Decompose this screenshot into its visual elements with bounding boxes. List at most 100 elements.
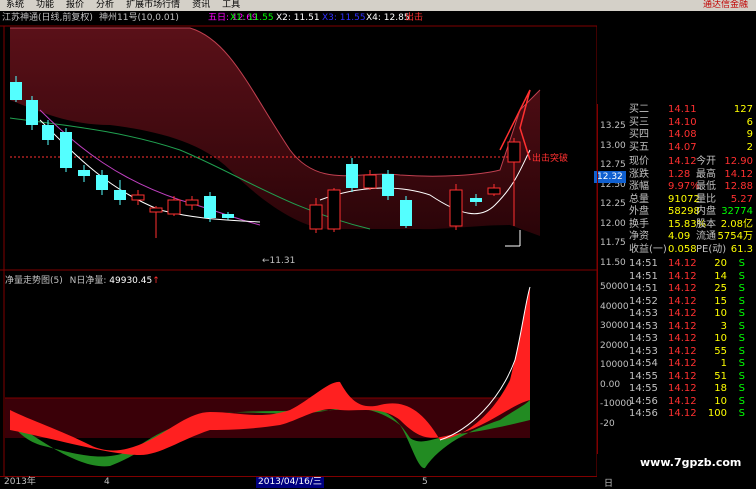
time-axis: 2013年 4 2013/04/16/三 5 bbox=[0, 476, 597, 488]
trade-time: 14:54 bbox=[629, 358, 658, 369]
brand-label: 通达信金融 bbox=[702, 0, 748, 10]
bid-row: 买五 14.07 2 bbox=[598, 142, 756, 154]
bid-volume: 2 bbox=[746, 141, 753, 153]
trade-side: S bbox=[738, 333, 745, 344]
candle-body bbox=[382, 174, 394, 196]
trade-price: 14.12 bbox=[668, 283, 697, 294]
candle-body bbox=[400, 200, 412, 226]
stat-label: 内盘 bbox=[696, 206, 716, 217]
trade-volume: 100 bbox=[707, 408, 727, 419]
trade-price: 14.12 bbox=[668, 345, 697, 357]
trade-time: 14:53 bbox=[629, 308, 658, 319]
bid-price: 14.07 bbox=[668, 141, 697, 153]
candle-body bbox=[507, 141, 521, 163]
stat-label: 股本 bbox=[696, 218, 716, 230]
trade-price: 14.12 bbox=[668, 383, 697, 394]
bid-label: 买五 bbox=[629, 141, 649, 153]
trade-price: 14.12 bbox=[668, 395, 697, 407]
candle-body bbox=[309, 204, 323, 230]
trade-row: 14:51 14.12 20 S bbox=[598, 258, 756, 270]
trade-price: 14.12 bbox=[668, 308, 697, 319]
trade-row: 14:55 14.12 18 S bbox=[598, 383, 756, 395]
trade-volume: 15 bbox=[714, 295, 727, 307]
trade-volume: 14 bbox=[714, 270, 727, 282]
stat-value: 14.12 bbox=[724, 168, 753, 180]
candle-body bbox=[149, 207, 163, 213]
stat-row: 涨跌 1.28 最高 14.12 bbox=[598, 169, 756, 181]
stat-row: 外盘 58298 内盘 32774 bbox=[598, 206, 756, 218]
trade-time: 14:53 bbox=[629, 333, 658, 344]
trade-price: 14.12 bbox=[668, 408, 697, 419]
stat-label: 量比 bbox=[696, 193, 716, 205]
trade-price: 14.12 bbox=[668, 370, 697, 382]
stat-value: 9.97% bbox=[668, 181, 700, 192]
watermark: www.7gpzb.com bbox=[640, 456, 742, 469]
trade-time: 14:53 bbox=[629, 320, 658, 332]
trade-volume: 1 bbox=[720, 358, 727, 369]
trade-side: S bbox=[738, 395, 745, 407]
candle-body bbox=[449, 189, 463, 227]
up-arrow-icon: ↑ bbox=[152, 276, 160, 286]
chart-area[interactable] bbox=[0, 0, 597, 476]
trade-time: 14:56 bbox=[629, 408, 658, 419]
trade-time: 14:51 bbox=[629, 283, 658, 294]
time-axis-label: 2013/04/16/三 bbox=[256, 477, 324, 488]
stat-row: 现价 14.12 今开 12.90 bbox=[598, 156, 756, 168]
trade-volume: 25 bbox=[714, 283, 727, 294]
trade-time: 14:53 bbox=[629, 345, 658, 357]
stat-label: 净资 bbox=[629, 231, 649, 242]
stat-label: 最高 bbox=[696, 168, 716, 180]
bid-volume: 127 bbox=[733, 104, 753, 115]
trade-volume: 55 bbox=[714, 345, 727, 357]
trade-row: 14:53 14.12 10 S bbox=[598, 308, 756, 320]
bid-label: 买四 bbox=[629, 129, 649, 140]
trade-side: S bbox=[738, 270, 745, 282]
trade-side: S bbox=[738, 283, 745, 294]
breakout-label: 出击突破 bbox=[532, 154, 569, 164]
stat-label: 现价 bbox=[629, 156, 649, 167]
stat-value: 5.27 bbox=[730, 193, 753, 205]
day-tab[interactable]: 日 bbox=[604, 476, 613, 489]
trade-row: 14:56 14.12 10 S bbox=[598, 396, 756, 408]
trade-volume: 20 bbox=[714, 258, 727, 269]
bid-row: 买四 14.08 9 bbox=[598, 129, 756, 141]
quote-panel: 买二 14.11 127 买三 14.10 6 买四 14.08 9 买五 14.07 2 现价 14.1… bbox=[597, 104, 756, 454]
trade-time: 14:55 bbox=[629, 370, 658, 382]
stat-value: 12.88 bbox=[724, 181, 753, 192]
candle-body bbox=[42, 125, 54, 140]
candle-body bbox=[185, 199, 199, 206]
trade-row: 14:54 14.12 1 S bbox=[598, 358, 756, 370]
stat-row: 换手 15.83% 股本 2.08亿 bbox=[598, 219, 756, 231]
stat-label: 最低 bbox=[696, 181, 716, 192]
trade-time: 14:56 bbox=[629, 395, 658, 407]
trade-row: 14:55 14.12 51 S bbox=[598, 371, 756, 383]
stat-value: 0.058 bbox=[668, 243, 697, 255]
trade-time: 14:51 bbox=[629, 270, 658, 282]
trade-side: S bbox=[738, 408, 745, 419]
stat-label: 涨幅 bbox=[629, 181, 649, 192]
trade-time: 14:51 bbox=[629, 258, 658, 269]
stat-label: 总量 bbox=[629, 193, 649, 205]
stat-value: 5754万 bbox=[717, 231, 753, 242]
candle-body bbox=[204, 196, 216, 218]
trade-price: 14.12 bbox=[668, 295, 697, 307]
trade-side: S bbox=[738, 258, 745, 269]
stat-row: 总量 91072 量比 5.27 bbox=[598, 194, 756, 206]
trade-side: S bbox=[738, 320, 745, 332]
candle-body bbox=[487, 187, 501, 195]
subchart-title: 净量走势图(5) N日净量: 49930.45↑ bbox=[5, 273, 160, 286]
trade-volume: 10 bbox=[714, 333, 727, 344]
trade-volume: 3 bbox=[720, 320, 727, 332]
trade-price: 14.12 bbox=[668, 258, 697, 269]
stat-row: 净资 4.09 流通 5754万 bbox=[598, 231, 756, 243]
candle-body bbox=[114, 190, 126, 200]
stat-label: PE(动) bbox=[696, 243, 727, 255]
time-axis-label: 2013年 bbox=[4, 477, 36, 487]
stat-label: 流通 bbox=[696, 231, 716, 242]
trade-row: 14:53 14.12 55 S bbox=[598, 346, 756, 358]
stat-label: 今开 bbox=[696, 156, 716, 167]
stat-label: 外盘 bbox=[629, 206, 649, 217]
trade-row: 14:53 14.12 10 S bbox=[598, 333, 756, 345]
candle-body bbox=[470, 198, 482, 202]
candle-body bbox=[10, 82, 22, 100]
